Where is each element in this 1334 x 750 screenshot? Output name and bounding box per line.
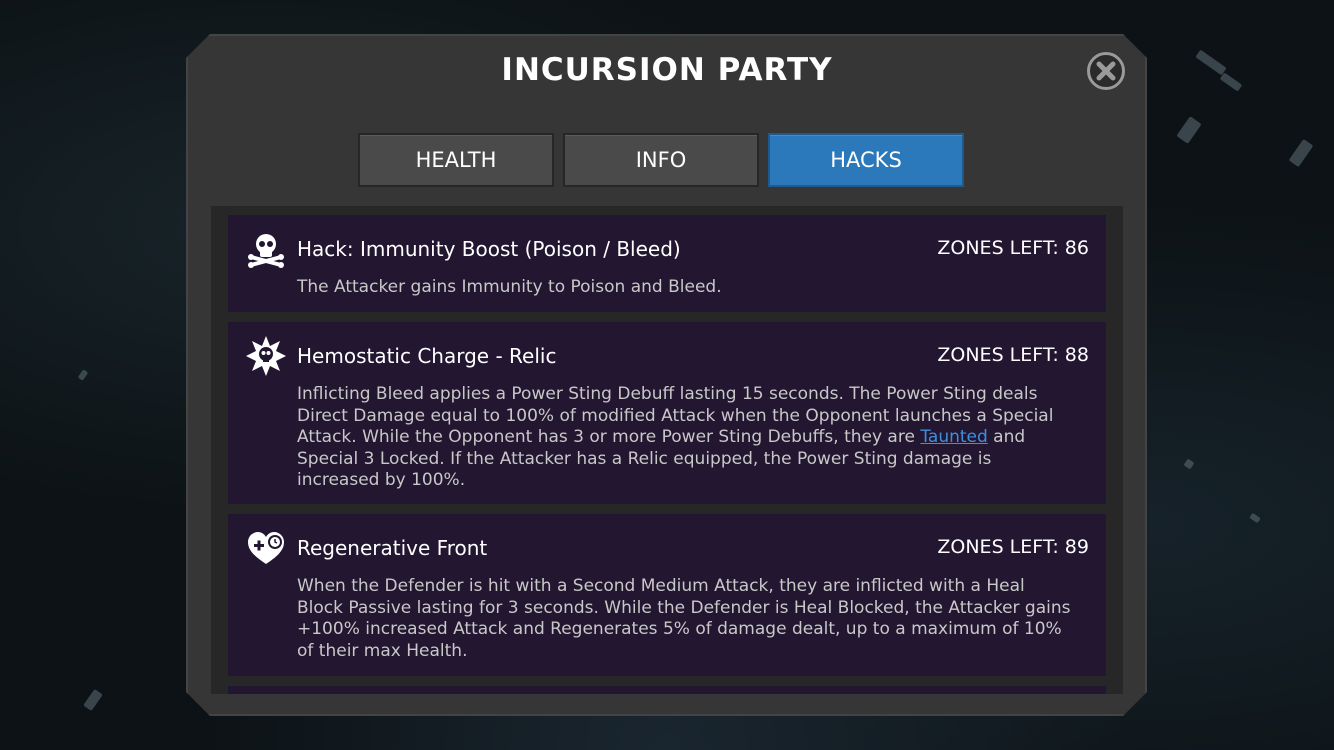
hack-title: Hack: Immunity Boost (Poison / Bleed) — [297, 237, 681, 261]
hack-description: The Attacker gains Immunity to Poison an… — [297, 277, 722, 297]
heal-block-icon — [248, 532, 284, 564]
tab-info[interactable]: INFO — [563, 133, 759, 187]
hack-card-immunity-boost[interactable]: Hack: Immunity Boost (Poison / Bleed) ZO… — [228, 215, 1106, 312]
tab-hacks[interactable]: HACKS — [768, 133, 964, 187]
zones-left: ZONES LEFT: 89 — [937, 536, 1089, 558]
hack-card-partial[interactable] — [228, 686, 1106, 694]
skull-burst-icon — [246, 336, 286, 376]
background-shard — [1288, 138, 1314, 168]
close-button[interactable] — [1087, 52, 1125, 90]
zones-left: ZONES LEFT: 88 — [937, 344, 1089, 366]
taunted-link[interactable]: Taunted — [920, 427, 987, 447]
hack-card-hemostatic-charge[interactable]: Hemostatic Charge - Relic ZONES LEFT: 88… — [228, 322, 1106, 504]
hack-description: When the Defender is hit with a Second M… — [297, 576, 1071, 661]
hack-title: Hemostatic Charge - Relic — [297, 344, 557, 368]
hacks-list[interactable]: Hack: Immunity Boost (Poison / Bleed) ZO… — [211, 206, 1123, 694]
background-shard — [1249, 512, 1261, 524]
close-x-icon — [1096, 61, 1116, 81]
tab-hacks-label: HACKS — [830, 148, 902, 172]
background-shard — [1183, 458, 1195, 470]
hack-description: Inflicting Bleed applies a Power Sting D… — [297, 384, 1076, 492]
tab-info-label: INFO — [635, 148, 687, 172]
hack-card-regenerative-front[interactable]: Regenerative Front ZONES LEFT: 89 When t… — [228, 514, 1106, 676]
background-shard — [1176, 116, 1202, 144]
zones-left: ZONES LEFT: 86 — [937, 237, 1089, 259]
hack-title: Regenerative Front — [297, 536, 488, 560]
skull-crossbones-icon — [248, 234, 284, 268]
background-shard — [77, 369, 89, 381]
background-shard — [83, 688, 103, 712]
dialog-title: INCURSION PARTY — [501, 52, 833, 88]
tab-health[interactable]: HEALTH — [358, 133, 554, 187]
tab-health-label: HEALTH — [415, 148, 497, 172]
